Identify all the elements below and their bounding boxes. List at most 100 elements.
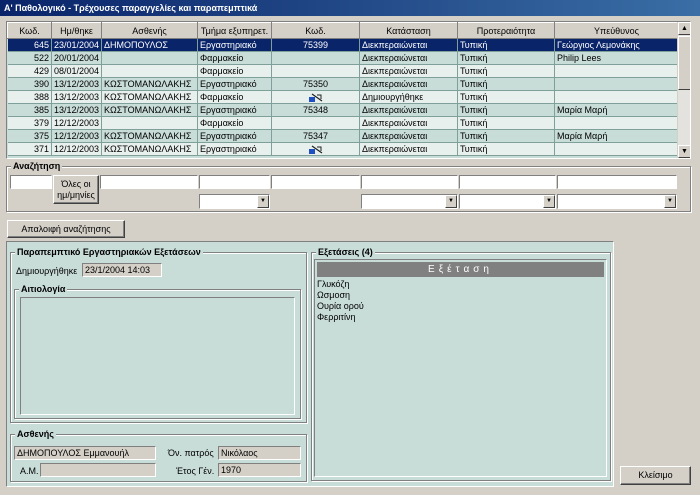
search-code2-input[interactable] [271,175,360,189]
search-responsible-input[interactable] [557,175,677,189]
table-row[interactable]: 371 12/12/2003 ΚΩΣΤΟΜΑΝΩΛΑΚΗΣ Εργαστηριακό Δ… [7,142,678,156]
table-cell: 12/12/2003 [51,116,102,130]
column-header[interactable]: Προτεραιότητα [457,22,555,39]
list-item[interactable]: Ωσμοση [315,290,606,301]
table-cell: ΔΗΜΟΠΟΥΛΟΣ [101,38,198,52]
table-cell: 371 [7,142,52,156]
list-item[interactable]: Γλυκόζη [315,279,606,290]
table-cell: Διεκπεραιώνεται [359,142,458,156]
column-header[interactable]: Τμήμα εξυπηρετ. [197,22,272,39]
table-cell: Εργαστηριακό [197,129,272,143]
chevron-down-icon[interactable]: ▼ [543,195,555,208]
column-header[interactable]: Υπεύθυνος [554,22,678,39]
search-patient-input[interactable] [100,175,198,189]
all-dates-button[interactable]: Όλες οι ημ/μηνίες [53,175,99,204]
scroll-thumb[interactable] [678,36,690,90]
search-code-input[interactable] [10,175,52,189]
birth-year-value: 1970 [218,463,301,477]
table-cell [101,64,198,78]
table-row[interactable]: 375 12/12/2003 ΚΩΣΤΟΜΑΝΩΛΑΚΗΣ Εργαστηριακό 7… [7,129,678,143]
table-cell: ΚΩΣΤΟΜΑΝΩΛΑΚΗΣ [101,90,198,104]
table-cell [271,90,360,104]
search-priority-input[interactable] [459,175,556,189]
priority-select[interactable]: ▼ [459,194,556,209]
search-department-input[interactable] [199,175,270,189]
table-cell: 13/12/2003 [51,103,102,117]
table-cell: Διεκπεραιώνεται [359,116,458,130]
table-cell: ΚΩΣΤΟΜΑΝΩΛΑΚΗΣ [101,77,198,91]
chevron-down-icon[interactable]: ▼ [257,195,269,208]
column-header[interactable]: Κωδ. [7,22,52,39]
table-row[interactable]: 522 20/01/2004 Φαρμακείο Διεκπεραιώνεται Τυπ… [7,51,678,65]
table-cell: 20/01/2004 [51,51,102,65]
reason-textarea[interactable] [20,297,295,415]
grid-scrollbar[interactable]: ▲ ▼ [677,22,690,158]
column-header[interactable]: Ημ/θηκε [51,22,102,39]
table-row[interactable]: 645 23/01/2004 ΔΗΜΟΠΟΥΛΟΣ Εργαστηριακό 75399… [7,38,678,52]
table-cell [101,51,198,65]
clear-search-button[interactable]: Απαλοιφή αναζήτησης [7,220,125,238]
table-cell: ΚΩΣΤΟΜΑΝΩΛΑΚΗΣ [101,103,198,117]
birth-year-label: Έτος Γέν. [176,466,215,476]
exams-list[interactable]: Εξέταση Γλυκόζη Ωσμοση Ουρία ορού Φερριτίνη [314,259,607,477]
table-cell: 75347 [271,129,360,143]
status-select[interactable]: ▼ [361,194,458,209]
father-value: Νικόλαος [218,446,301,460]
referral-title: Παραπεμπτικό Εργαστηριακών Εξετάσεων [15,247,203,257]
list-item[interactable]: Ουρία ορού [315,301,606,312]
table-cell: Μαρία Μαρή [554,103,678,117]
scroll-down-icon[interactable]: ▼ [678,145,690,158]
table-row[interactable]: 385 13/12/2003 ΚΩΣΤΟΜΑΝΩΛΑΚΗΣ Εργαστηριακό 7… [7,103,678,117]
table-cell: Διεκπεραιώνεται [359,51,458,65]
table-cell: Εργαστηριακό [197,103,272,117]
table-cell [554,90,678,104]
table-cell: 522 [7,51,52,65]
table-cell [554,142,678,156]
close-button[interactable]: Κλείσιμο [620,466,691,485]
table-cell: 379 [7,116,52,130]
table-cell: Εργαστηριακό [197,142,272,156]
window-title: A' Παθολογικό - Τρέχουσες παραγγελίες κα… [0,0,700,16]
table-cell: Διεκπεραιώνεται [359,103,458,117]
chart-icon[interactable] [308,91,324,102]
table-cell [554,64,678,78]
table-cell: 375 [7,129,52,143]
table-row[interactable]: 429 08/01/2004 Φαρμακείο Διεκπεραιώνεται Τυπ… [7,64,678,78]
table-cell: 75350 [271,77,360,91]
table-cell: Εργαστηριακό [197,77,272,91]
table-cell: Διεκπεραιώνεται [359,77,458,91]
orders-table: Κωδ. Ημ/θηκε Ασθενής Τμήμα εξυπηρετ. Κωδ. Κατ… [7,22,678,156]
table-row[interactable]: 388 13/12/2003 ΚΩΣΤΟΜΑΝΩΛΑΚΗΣ Φαρμακείο Δημι… [7,90,678,104]
table-cell: Διεκπεραιώνεται [359,64,458,78]
scroll-up-icon[interactable]: ▲ [678,22,690,35]
list-item[interactable]: Φερριτίνη [315,312,606,323]
table-cell: Τυπική [457,51,555,65]
search-status-input[interactable] [361,175,458,189]
orders-grid[interactable]: Κωδ. Ημ/θηκε Ασθενής Τμήμα εξυπηρετ. Κωδ. Κατ… [6,21,691,159]
responsible-select[interactable]: ▼ [557,194,677,209]
table-cell: Μαρία Μαρή [554,129,678,143]
table-cell: Τυπική [457,116,555,130]
chevron-down-icon[interactable]: ▼ [664,195,676,208]
column-header[interactable]: Κατάσταση [359,22,458,39]
am-value [40,463,156,477]
exams-title: Εξετάσεις (4) [316,247,375,257]
table-cell: ΚΩΣΤΟΜΑΝΩΛΑΚΗΣ [101,142,198,156]
column-header[interactable]: Κωδ. [271,22,360,39]
table-row[interactable]: 379 12/12/2003 Φαρμακείο Διεκπεραιώνεται Τυπ… [7,116,678,130]
table-cell: Φαρμακείο [197,90,272,104]
patient-name-value: ΔΗΜΟΠΟΥΛΟΣ Εμμανουήλ [14,446,156,460]
table-row[interactable]: 390 13/12/2003 ΚΩΣΤΟΜΑΝΩΛΑΚΗΣ Εργαστηριακό 7… [7,77,678,91]
table-cell: 13/12/2003 [51,90,102,104]
column-header[interactable]: Ασθενής [101,22,198,39]
table-cell [271,51,360,65]
table-cell: Φαρμακείο [197,116,272,130]
chevron-down-icon[interactable]: ▼ [445,195,457,208]
table-cell: Διεκπεραιώνεται [359,129,458,143]
table-cell [554,77,678,91]
chart-icon[interactable] [308,143,324,154]
table-cell: Φαρμακείο [197,51,272,65]
department-select[interactable]: ▼ [199,194,270,209]
created-value: 23/1/2004 14:03 [82,263,162,277]
table-cell: Διεκπεραιώνεται [359,38,458,52]
